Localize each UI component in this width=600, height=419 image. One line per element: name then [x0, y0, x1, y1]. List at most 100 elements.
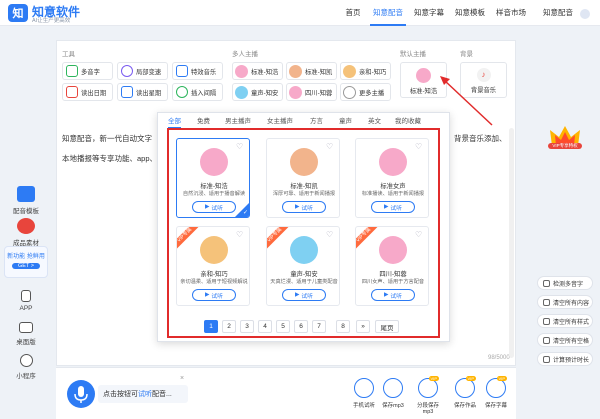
tab-male[interactable]: 男主播声: [225, 115, 251, 125]
host-zhian[interactable]: 童声-知安: [232, 83, 283, 101]
page-6[interactable]: 6: [294, 320, 308, 333]
record-icon: [17, 218, 35, 234]
clear-icon: [543, 336, 550, 344]
tool-read-date[interactable]: 读出日期: [62, 83, 113, 101]
next-page-button[interactable]: »: [356, 320, 370, 333]
host-zhirong[interactable]: 四川-知蓉: [286, 83, 337, 101]
char-counter: 98/5000: [488, 355, 510, 361]
mic-button[interactable]: [67, 380, 95, 408]
nav-zimu[interactable]: 知意字幕: [412, 0, 446, 26]
timer-icon: [543, 355, 550, 363]
avatar-icon: [416, 68, 431, 83]
avatar-icon: [290, 236, 318, 264]
clear-spaces-button[interactable]: 清空所有空格: [537, 333, 593, 347]
hosts-label: 多人主播: [232, 51, 258, 58]
tab-all[interactable]: 全部: [168, 115, 181, 128]
text-icon: VIP: [486, 376, 507, 398]
page-7[interactable]: 7: [312, 320, 326, 333]
voice-card[interactable]: VIP专属 ♡ 四川-知蓉 四川女声、适用于方言配音 ▶ 试听: [355, 226, 429, 306]
nav-peiyin[interactable]: 知意配音: [370, 0, 406, 26]
miniprogram-icon: [19, 354, 33, 367]
page-2[interactable]: 2: [222, 320, 236, 333]
avatar[interactable]: [580, 9, 590, 19]
preview-button[interactable]: ▶ 试听: [282, 201, 326, 213]
clear-styles-button[interactable]: 清空所有样式: [537, 314, 593, 328]
more-hosts-button[interactable]: 更多主播: [340, 83, 391, 101]
last-page-button[interactable]: 尾页: [375, 320, 399, 333]
heart-icon[interactable]: ♡: [236, 142, 245, 151]
tool-polyphone[interactable]: 多音字: [62, 62, 113, 80]
editor-line-1[interactable]: 知意配音，新一代自动文字: [62, 133, 152, 144]
tool-read-weekday[interactable]: 读出星期: [117, 83, 168, 101]
logo-icon: 知: [8, 4, 28, 22]
voice-card[interactable]: VIP专属 ♡ 童声-知安 天真烂漫、适用于儿童类配音 ▶ 试听: [266, 226, 340, 306]
preview-link[interactable]: 试听: [138, 389, 152, 399]
check-polyphone-button[interactable]: 检测多音字: [537, 276, 593, 290]
preview-button[interactable]: ▶ 试听: [282, 289, 326, 301]
get-button[interactable]: GET >: [12, 263, 40, 269]
heart-icon[interactable]: ♡: [236, 230, 245, 239]
plus-icon: [343, 85, 356, 99]
voice-card[interactable]: ♡ 标准-知凯 浑厚可靠、适用于新闻播报 ▶ 试听: [266, 138, 340, 218]
editor-line-2[interactable]: 本地播报等专享功能、app、: [62, 153, 157, 164]
sidebar-desktop[interactable]: 桌面版: [4, 322, 48, 346]
nav-moban[interactable]: 知意模板: [453, 0, 487, 26]
preview-button[interactable]: ▶ 试听: [192, 289, 236, 301]
page-8[interactable]: 8: [336, 320, 350, 333]
page-1[interactable]: 1: [204, 320, 218, 333]
sidebar-app[interactable]: APP: [4, 290, 48, 312]
nav-yangyin[interactable]: 样音市场: [494, 0, 528, 26]
page-4[interactable]: 4: [258, 320, 272, 333]
heart-icon[interactable]: ♡: [415, 230, 424, 239]
tab-free[interactable]: 免费: [197, 115, 210, 125]
nav-home[interactable]: 首页: [338, 0, 368, 26]
phone-icon: [354, 378, 374, 398]
tab-dialect[interactable]: 方言: [310, 115, 323, 125]
sidebar-new-feature[interactable]: 新功能 抢鲜用 GET >: [4, 246, 48, 278]
clear-content-button[interactable]: 清空所有内容: [537, 295, 593, 309]
close-tooltip-icon[interactable]: ×: [180, 375, 184, 382]
tab-child[interactable]: 童声: [339, 115, 352, 125]
vip-ribbon: VIP专属: [267, 227, 292, 253]
play-icon: ▶: [294, 204, 300, 210]
host-zhikai[interactable]: 标准-知凯: [286, 62, 337, 80]
heart-icon[interactable]: ♡: [415, 142, 424, 151]
host-zhiqiao[interactable]: 亲和-知巧: [340, 62, 391, 80]
play-icon: ▶: [383, 292, 389, 298]
vip-privilege-badge[interactable]: VIP专享特权: [548, 124, 582, 158]
preview-button[interactable]: ▶ 试听: [371, 289, 415, 301]
heart-icon[interactable]: ♡: [326, 230, 335, 239]
avatar-icon: [379, 236, 407, 264]
preview-button[interactable]: ▶ 试听: [371, 201, 415, 213]
estimate-duration-button[interactable]: 计算预计时长: [537, 352, 593, 366]
save-subtitle-button[interactable]: VIP 保存字幕: [483, 376, 509, 409]
voice-card[interactable]: ♡ 标准-知浩 自然沉浸、适用于播音解读 ▶ 试听 ✓: [176, 138, 250, 218]
voice-card[interactable]: VIP专属 ♡ 亲和-知巧 亲切温柔、适用于短视频解说 ▶ 试听: [176, 226, 250, 306]
tab-favorites[interactable]: 我的收藏: [395, 115, 421, 125]
heart-icon[interactable]: ♡: [326, 142, 335, 151]
tool-effect-music[interactable]: 特效音乐: [172, 62, 223, 80]
host-zhihao[interactable]: 标准-知浩: [232, 62, 283, 80]
voice-card[interactable]: ♡ 标准女声 标准播读、适用于新闻播报 ▶ 试听: [355, 138, 429, 218]
nav-account[interactable]: 知意配音: [538, 0, 578, 26]
preview-button[interactable]: ▶ 试听: [192, 201, 236, 213]
page-5[interactable]: 5: [276, 320, 290, 333]
editor-line-1-tail[interactable]: 背景音乐添加、: [454, 133, 507, 144]
save-work-button[interactable]: VIP 保存作品: [452, 376, 478, 409]
editor-scrollbar[interactable]: [509, 128, 514, 358]
sidebar-assets[interactable]: 成品素材: [4, 218, 48, 247]
page-3[interactable]: 3: [240, 320, 254, 333]
sidebar-template[interactable]: 配音模板: [4, 186, 48, 215]
calendar-week-icon: [121, 86, 133, 98]
save-mp3-button[interactable]: 保存mp3: [380, 378, 406, 409]
tool-insert-pause[interactable]: 插入间隔: [172, 83, 223, 101]
avatar-icon: [235, 64, 248, 78]
phone-preview-button[interactable]: 手机试听: [351, 378, 377, 409]
phone-icon: [21, 290, 31, 302]
save-segments-button[interactable]: VIP 分段保存mp3: [413, 376, 443, 415]
sidebar-miniprogram[interactable]: 小程序: [4, 354, 48, 380]
tool-speed[interactable]: 局部变速: [117, 62, 168, 80]
vip-ribbon: VIP专属: [356, 227, 381, 253]
tab-english[interactable]: 英文: [368, 115, 381, 125]
tab-female[interactable]: 女主播声: [267, 115, 293, 125]
